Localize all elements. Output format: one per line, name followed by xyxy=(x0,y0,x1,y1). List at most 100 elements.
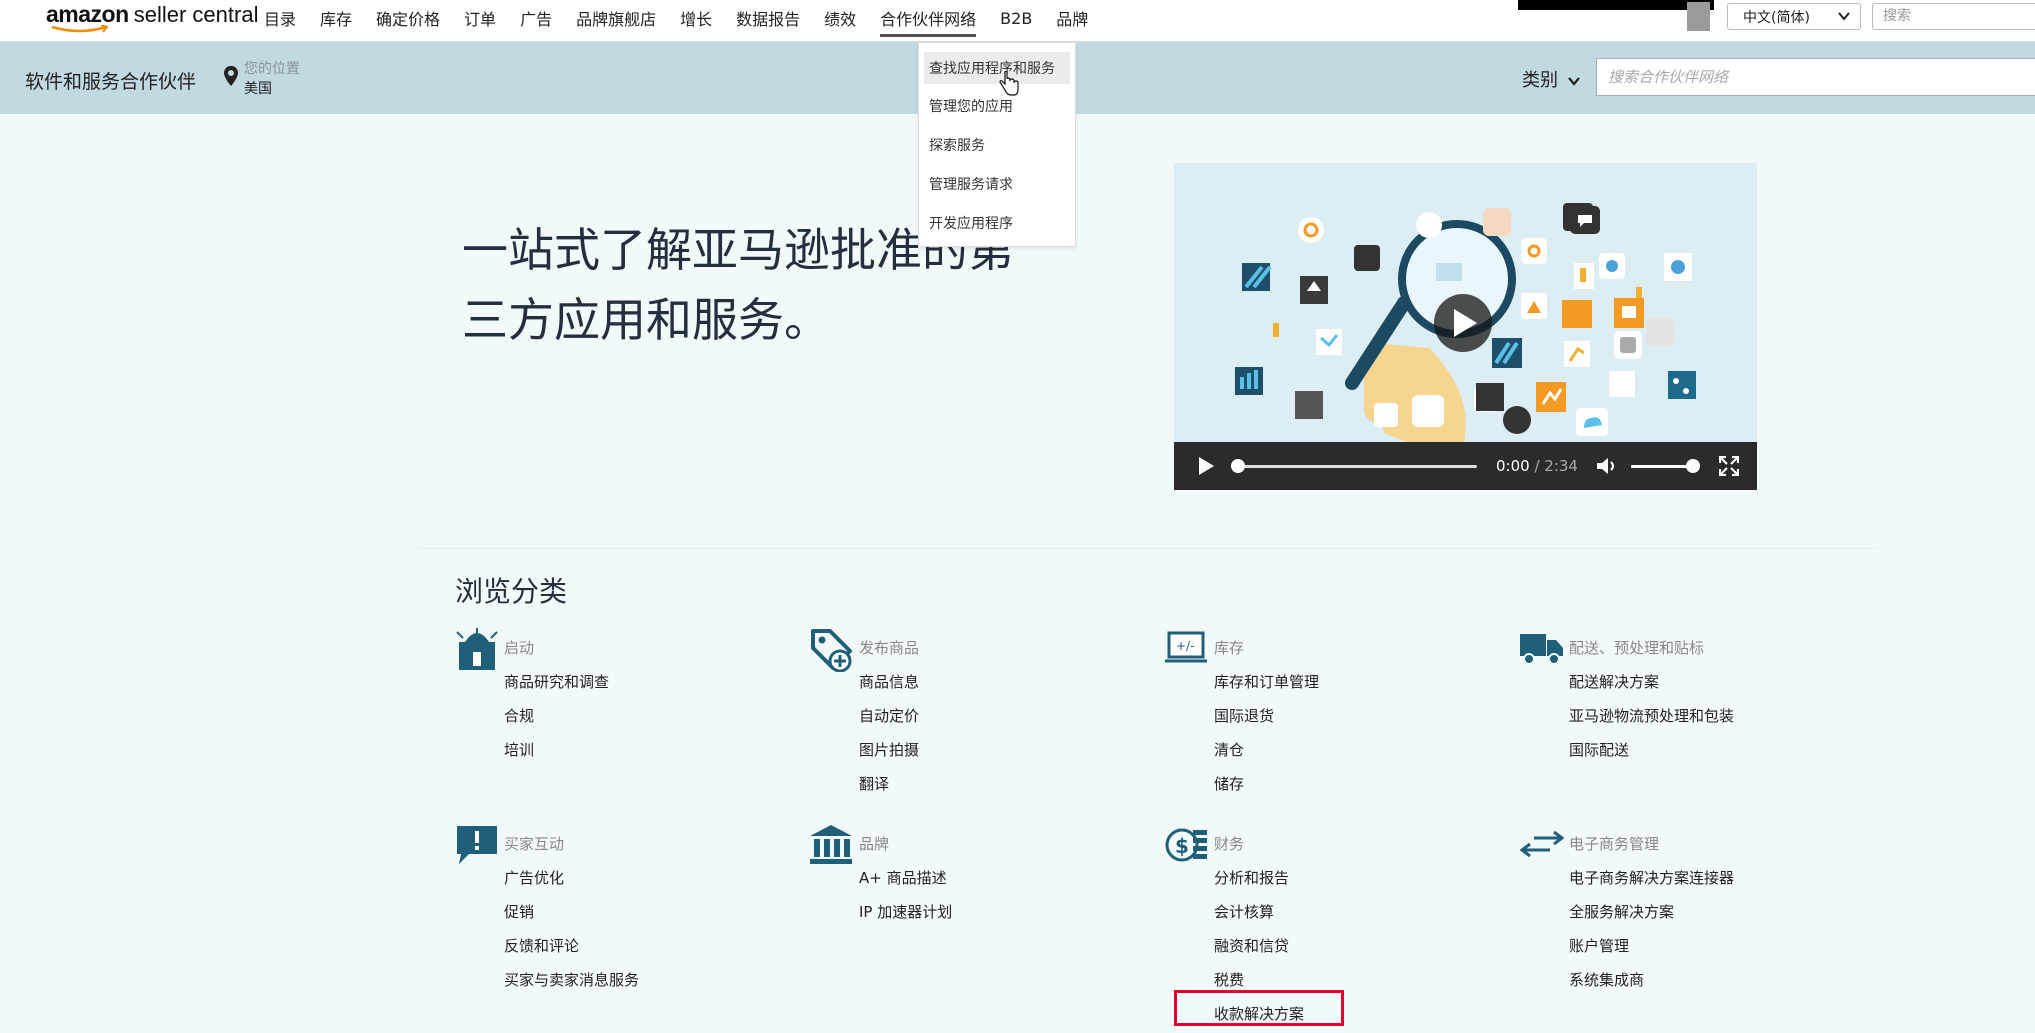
svg-text:$: $ xyxy=(1175,834,1189,858)
fullscreen-icon[interactable] xyxy=(1719,456,1739,476)
inventory-icon: +/- xyxy=(1165,631,1207,663)
video-time: 0:00 / 2:34 xyxy=(1496,457,1578,475)
nav-item-orders[interactable]: 订单 xyxy=(464,6,496,30)
menu-item-explore-services[interactable]: 探索服务 xyxy=(929,135,985,155)
category-link[interactable]: 清仓 xyxy=(1214,739,1244,760)
category-link[interactable]: 买家与卖家消息服务 xyxy=(504,969,639,990)
category-finance-title[interactable]: 财务 xyxy=(1214,833,1244,854)
partner-search-input[interactable]: 搜索合作伙伴网络 xyxy=(1596,58,2035,96)
nav-item-reports[interactable]: 数据报告 xyxy=(736,6,800,30)
category-link[interactable]: 广告优化 xyxy=(504,867,564,888)
chevron-down-icon xyxy=(1838,12,1850,21)
category-link[interactable]: 储存 xyxy=(1214,773,1244,794)
menu-item-manage-apps[interactable]: 管理您的应用 xyxy=(929,96,1013,116)
volume-knob[interactable] xyxy=(1686,459,1700,473)
nav-item-performance[interactable]: 绩效 xyxy=(824,6,856,30)
category-link[interactable]: 亚马逊物流预处理和包装 xyxy=(1569,705,1734,726)
logo-amazon-text: amazon xyxy=(46,1,129,27)
category-link[interactable]: 图片拍摄 xyxy=(859,739,919,760)
location-value: 美国 xyxy=(244,81,272,97)
menu-item-find-apps[interactable]: 查找应用程序和服务 xyxy=(924,52,1070,84)
category-label: 类别 xyxy=(1522,70,1558,91)
category-link[interactable]: 全服务解决方案 xyxy=(1569,901,1674,922)
category-link[interactable]: 自动定价 xyxy=(859,705,919,726)
category-link[interactable]: 促销 xyxy=(504,901,534,922)
nav-item-pricing[interactable]: 确定价格 xyxy=(376,6,440,30)
truck-icon xyxy=(1520,634,1563,665)
chevron-down-icon xyxy=(1567,77,1580,86)
nav-item-inventory[interactable]: 库存 xyxy=(320,6,352,30)
video-total-time: / 2:34 xyxy=(1534,457,1578,475)
bank-icon xyxy=(810,825,852,864)
category-link[interactable]: 电子商务解决方案连接器 xyxy=(1569,867,1734,888)
category-link[interactable]: 融资和信贷 xyxy=(1214,935,1289,956)
svg-text:+/-: +/- xyxy=(1176,639,1194,653)
nav-item-b2b[interactable]: B2B xyxy=(1000,9,1032,28)
category-link[interactable]: 库存和订单管理 xyxy=(1214,671,1319,692)
chat-alert-icon xyxy=(457,826,497,864)
language-value: 中文(简体) xyxy=(1743,9,1810,26)
finance-icon: $ xyxy=(1165,828,1207,862)
nav-item-brands[interactable]: 品牌 xyxy=(1056,6,1088,30)
category-link[interactable]: 税费 xyxy=(1214,969,1244,990)
category-list-products-title[interactable]: 发布商品 xyxy=(859,637,919,658)
video-current-time: 0:00 xyxy=(1496,457,1530,475)
amazon-seller-central-logo[interactable]: amazon seller central xyxy=(46,1,258,37)
menu-item-manage-requests[interactable]: 管理服务请求 xyxy=(929,174,1013,194)
category-brand-title[interactable]: 品牌 xyxy=(859,833,889,854)
category-link[interactable]: 反馈和评论 xyxy=(504,935,579,956)
video-controls: 0:00 / 2:34 xyxy=(1174,442,1757,490)
nav-item-catalog[interactable]: 目录 xyxy=(264,6,296,30)
redaction-box xyxy=(1687,2,1710,31)
category-inventory-title[interactable]: 库存 xyxy=(1214,637,1244,658)
browse-panel xyxy=(417,548,1877,1033)
category-link[interactable]: A+ 商品描述 xyxy=(859,867,947,888)
exchange-icon xyxy=(1520,830,1564,858)
category-link[interactable]: 国际退货 xyxy=(1214,705,1274,726)
category-link[interactable]: 翻译 xyxy=(859,773,889,794)
video-progress-bar[interactable] xyxy=(1235,465,1477,468)
highlight-box xyxy=(1174,990,1344,1026)
category-link[interactable]: 国际配送 xyxy=(1569,739,1629,760)
category-link[interactable]: 配送解决方案 xyxy=(1569,671,1659,692)
tag-icon xyxy=(811,629,852,672)
category-link[interactable]: IP 加速器计划 xyxy=(859,901,952,922)
redaction-bar xyxy=(1518,0,1714,10)
play-icon[interactable] xyxy=(1197,456,1215,476)
volume-icon[interactable] xyxy=(1596,456,1620,476)
nav-item-growth[interactable]: 增长 xyxy=(680,6,712,30)
category-link[interactable]: 分析和报告 xyxy=(1214,867,1289,888)
category-link[interactable]: 系统集成商 xyxy=(1569,969,1644,990)
category-link[interactable]: 培训 xyxy=(504,739,534,760)
category-link[interactable]: 账户管理 xyxy=(1569,935,1629,956)
video-player[interactable]: 0:00 / 2:34 xyxy=(1174,163,1757,490)
launch-icon xyxy=(456,628,498,670)
menu-item-develop-apps[interactable]: 开发应用程序 xyxy=(929,213,1013,233)
video-thumbnail xyxy=(1174,163,1757,443)
location-label: 您的位置 xyxy=(244,61,300,77)
location-pin-icon xyxy=(224,66,238,86)
category-launch-title[interactable]: 启动 xyxy=(504,637,534,658)
nav-item-advertising[interactable]: 广告 xyxy=(520,6,552,30)
top-search-input[interactable]: 搜索 xyxy=(1872,3,2035,30)
category-link[interactable]: 商品研究和调查 xyxy=(504,671,609,692)
category-link[interactable]: 会计核算 xyxy=(1214,901,1274,922)
partner-network-title[interactable]: 软件和服务合作伙伴 xyxy=(25,67,196,94)
hand-cursor-icon xyxy=(999,71,1019,96)
category-ecommerce-title[interactable]: 电子商务管理 xyxy=(1569,833,1659,854)
category-link[interactable]: 商品信息 xyxy=(859,671,919,692)
category-buyer-engagement-title[interactable]: 买家互动 xyxy=(504,833,564,854)
video-progress-knob[interactable] xyxy=(1231,459,1245,473)
partner-network-menu: 查找应用程序和服务 管理您的应用 探索服务 管理服务请求 开发应用程序 xyxy=(918,42,1076,247)
top-nav: amazon seller central 目录 库存 确定价格 订单 广告 品… xyxy=(0,0,2035,42)
logo-seller-central-text: seller central xyxy=(133,2,259,27)
category-dropdown[interactable]: 类别 xyxy=(1522,66,1580,92)
volume-slider[interactable] xyxy=(1631,465,1693,468)
nav-item-partner-network[interactable]: 合作伙伴网络 xyxy=(880,6,977,37)
nav-item-stores[interactable]: 品牌旗舰店 xyxy=(576,6,656,30)
hero-line-2: 三方应用和服务。 xyxy=(462,293,830,347)
language-select[interactable]: 中文(简体) xyxy=(1727,3,1861,30)
category-shipping-title[interactable]: 配送、预处理和贴标 xyxy=(1569,637,1704,658)
category-link[interactable]: 合规 xyxy=(504,705,534,726)
browse-title: 浏览分类 xyxy=(455,575,568,608)
